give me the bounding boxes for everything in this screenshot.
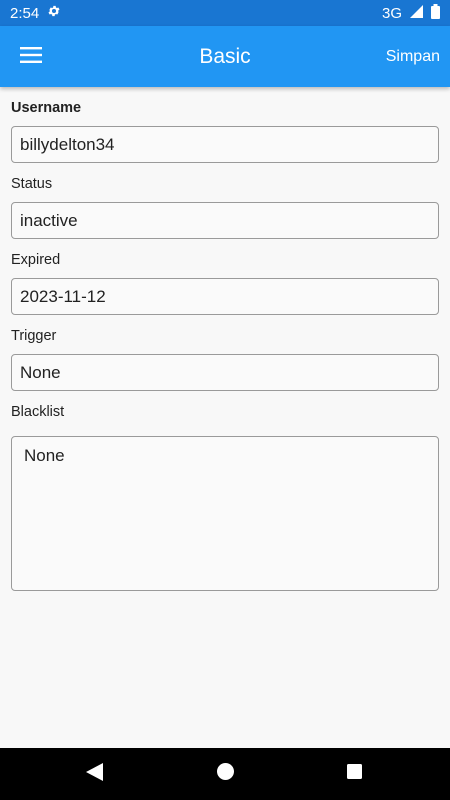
home-button[interactable]	[195, 748, 255, 800]
home-icon	[216, 763, 234, 785]
blacklist-label: Blacklist	[11, 404, 65, 420]
menu-icon	[20, 46, 42, 68]
page-title: Basic	[199, 44, 251, 68]
status-time: 2:54	[10, 4, 40, 22]
expired-label: Expired	[11, 252, 61, 268]
navigation-bar	[0, 748, 450, 800]
status-bar: 2:54 3G	[0, 0, 450, 26]
gear-icon	[47, 4, 61, 22]
app-bar: Basic Simpan	[0, 26, 450, 87]
expired-field[interactable]: 2023-11-12	[11, 278, 439, 315]
signal-icon	[410, 4, 423, 22]
back-button[interactable]	[64, 748, 124, 800]
battery-icon	[431, 3, 440, 23]
menu-button[interactable]	[12, 38, 50, 76]
recents-icon	[346, 764, 362, 784]
status-field[interactable]: inactive	[11, 202, 439, 239]
trigger-field[interactable]: None	[11, 354, 439, 391]
username-field[interactable]: billydelton34	[11, 126, 439, 163]
recents-button[interactable]	[324, 748, 384, 800]
blacklist-field[interactable]: None	[11, 436, 439, 591]
basic-form: Username billydelton34 Status inactive E…	[11, 87, 439, 591]
status-label: Status	[11, 176, 53, 192]
save-button[interactable]: Simpan	[386, 26, 440, 87]
network-type: 3G	[381, 4, 402, 22]
back-icon	[85, 762, 103, 786]
trigger-label: Trigger	[11, 328, 57, 344]
username-label: Username	[11, 100, 82, 116]
